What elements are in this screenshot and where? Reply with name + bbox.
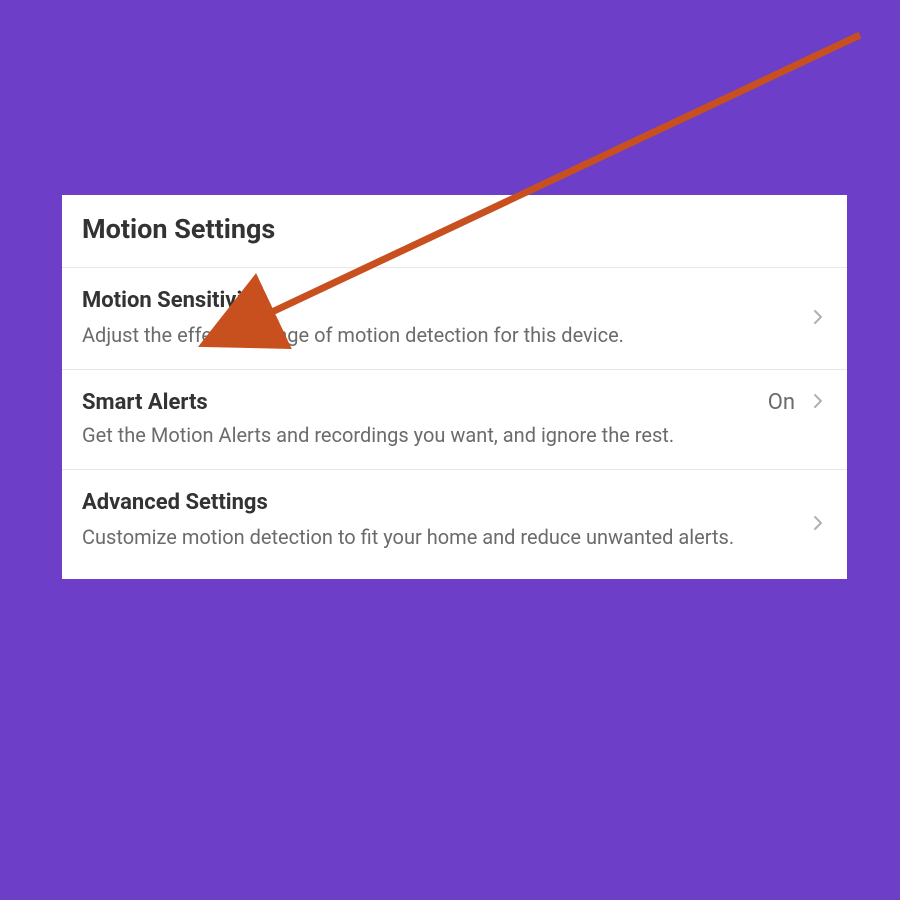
row-desc-smart-alerts: Get the Motion Alerts and recordings you… (82, 421, 764, 449)
row-title-motion-sensitivity: Motion Sensitivity (82, 288, 261, 313)
setting-row-motion-sensitivity[interactable]: Motion Sensitivity Adjust the effective … (62, 268, 847, 370)
row-status-smart-alerts: On (768, 390, 795, 415)
panel-header: Motion Settings (62, 195, 847, 268)
chevron-right-icon (813, 393, 823, 413)
chevron-right-icon (813, 515, 823, 535)
page-title: Motion Settings (82, 213, 827, 245)
chevron-right-icon (813, 309, 823, 329)
motion-settings-panel: Motion Settings Motion Sensitivity Adjus… (62, 195, 847, 579)
setting-row-smart-alerts[interactable]: Smart Alerts On Get the Motion Alerts an… (62, 370, 847, 470)
row-desc-advanced-settings: Customize motion detection to fit your h… (82, 523, 764, 551)
row-title-smart-alerts: Smart Alerts (82, 390, 208, 415)
row-desc-motion-sensitivity: Adjust the effective range of motion det… (82, 321, 764, 349)
row-title-advanced-settings: Advanced Settings (82, 490, 268, 515)
setting-row-advanced-settings[interactable]: Advanced Settings Customize motion detec… (62, 470, 847, 579)
